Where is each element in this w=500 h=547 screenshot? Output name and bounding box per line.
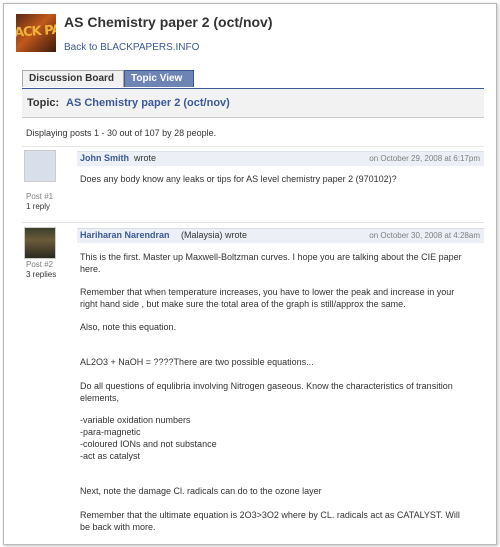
post-body-line: elements, — [80, 393, 120, 403]
avatar[interactable] — [24, 150, 56, 182]
topic-bar: Topic: AS Chemistry paper 2 (oct/nov) — [22, 89, 484, 118]
post-divider — [22, 146, 484, 147]
group-logo[interactable]: ACK PAPERS — [16, 14, 56, 52]
tab-topic-view[interactable]: Topic View — [124, 70, 194, 87]
avatar[interactable] — [24, 227, 56, 259]
group-title: AS Chemistry paper 2 (oct/nov) — [64, 14, 273, 30]
post-author-link[interactable]: Hariharan Narendran — [80, 230, 170, 240]
post-body-line: Does any body know any leaks or tips for… — [80, 174, 397, 184]
post-body-line: -para-magnetic — [80, 427, 141, 437]
post-body-line: Next, note the damage Cl. radicals can d… — [80, 486, 322, 496]
post-date: on October 29, 2008 at 6:17pm — [369, 154, 480, 163]
post-wrote-label: (Malaysia) wrote — [181, 230, 248, 240]
topic-title-link[interactable]: AS Chemistry paper 2 (oct/nov) — [66, 97, 230, 109]
post-body-line: -act as catalyst — [80, 451, 141, 461]
post-number: Post #1 — [26, 192, 54, 201]
post-body-line: Also, note this equation. — [80, 322, 177, 332]
topic-label: Topic: — [27, 97, 60, 109]
screenshot-frame: ACK PAPERS AS Chemistry paper 2 (oct/nov… — [3, 3, 497, 545]
post-header: Hariharan Narendran (Malaysia) wrote on … — [77, 228, 484, 243]
post-body-line: right hand side , but make sure the tota… — [80, 299, 406, 309]
post-wrote-label: wrote — [134, 153, 157, 163]
post-header: John Smith wrote on October 29, 2008 at … — [77, 151, 484, 166]
post-body-line: here. — [80, 264, 101, 274]
post-body-line: be back with more. — [80, 522, 156, 532]
post-divider — [22, 222, 484, 223]
post-author-link[interactable]: John Smith — [80, 153, 129, 163]
post-body-line: -variable oxidation numbers — [80, 415, 191, 425]
page-header: ACK PAPERS AS Chemistry paper 2 (oct/nov… — [14, 12, 484, 56]
post-body-line: AL2O3 + NaOH = ????There are two possibl… — [80, 357, 314, 367]
posts-summary: Displaying posts 1 - 30 out of 107 by 28… — [26, 128, 217, 138]
post-body-line: Remember that when temperature increases… — [80, 287, 455, 297]
post-body-line: This is the first. Master up Maxwell-Bol… — [80, 252, 462, 262]
post-number: Post #2 — [26, 260, 54, 269]
back-link[interactable]: Back to BLACKPAPERS.INFO — [64, 42, 199, 53]
post-date: on October 30, 2008 at 4:28am — [369, 231, 480, 240]
post-replies[interactable]: 3 replies — [26, 270, 56, 279]
logo-text: ACK PAPERS — [16, 20, 56, 41]
post-body-line: -coloured IONs and not substance — [80, 439, 217, 449]
post-replies[interactable]: 1 reply — [26, 202, 50, 211]
post-body-line: Remember that the ultimate equation is 2… — [80, 510, 460, 520]
tab-discussion-board[interactable]: Discussion Board — [22, 70, 124, 87]
post-body-line: Do all questions of equlibria involving … — [80, 381, 453, 391]
